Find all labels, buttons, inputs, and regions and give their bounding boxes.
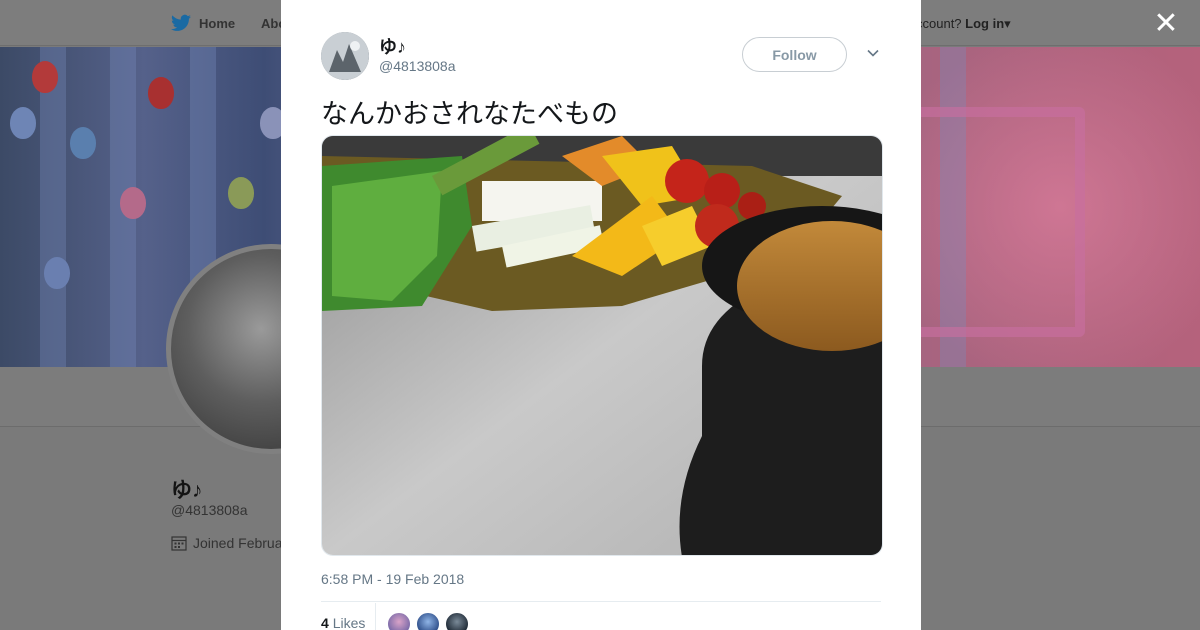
nav-home-label: Home: [199, 15, 236, 31]
author-handle[interactable]: @4813808a: [379, 58, 456, 74]
close-icon[interactable]: ✕: [1152, 9, 1180, 39]
tweet-modal: ゆ♪ @4813808a Follow なんかおされなたべもの 6:58 PM …: [281, 0, 921, 630]
joined-label: Joined Februa: [193, 535, 283, 551]
balloon-decoration: [148, 77, 174, 109]
chevron-down-icon[interactable]: [865, 45, 881, 61]
liker-avatar[interactable]: [445, 612, 469, 630]
food-photo-image: [322, 136, 882, 555]
chevron-down-icon: ▾: [1004, 16, 1011, 31]
liker-avatar[interactable]: [416, 612, 440, 630]
tweet-timestamp[interactable]: 6:58 PM - 19 Feb 2018: [321, 571, 464, 587]
tweet-photo[interactable]: [321, 135, 883, 556]
tweet-text: なんかおされなたべもの: [321, 99, 618, 130]
balloon-decoration: [32, 61, 58, 93]
author-name[interactable]: ゆ♪: [379, 33, 406, 59]
divider: [321, 601, 881, 602]
nav-login[interactable]: ccount? Log in▾: [916, 16, 1011, 32]
likes-label: Likes: [332, 615, 366, 630]
follow-button[interactable]: Follow: [742, 37, 847, 72]
likes-count[interactable]: 4 Likes: [321, 615, 365, 630]
twitter-bird-icon: [171, 14, 191, 31]
profile-handle: @4813808a: [171, 502, 248, 518]
balloon-decoration: [228, 177, 254, 209]
balloon-decoration: [70, 127, 96, 159]
author-avatar[interactable]: [321, 32, 369, 80]
balloon-decoration: [10, 107, 36, 139]
login-link[interactable]: Log in: [965, 16, 1004, 31]
avatar-image: [321, 32, 369, 80]
profile-name: ゆ♪: [171, 479, 203, 502]
profile-joined: Joined Februa: [171, 535, 283, 551]
mirror-frame-decoration: [900, 107, 1085, 337]
liker-avatar[interactable]: [387, 612, 411, 630]
divider: [375, 603, 376, 630]
nav-home-link[interactable]: Home: [171, 14, 235, 32]
banner-stripe: [40, 47, 66, 367]
calendar-icon: [171, 536, 187, 551]
balloon-decoration: [44, 257, 70, 289]
login-prefix: ccount?: [916, 16, 962, 31]
likes-number: 4: [321, 615, 329, 630]
balloon-decoration: [120, 187, 146, 219]
